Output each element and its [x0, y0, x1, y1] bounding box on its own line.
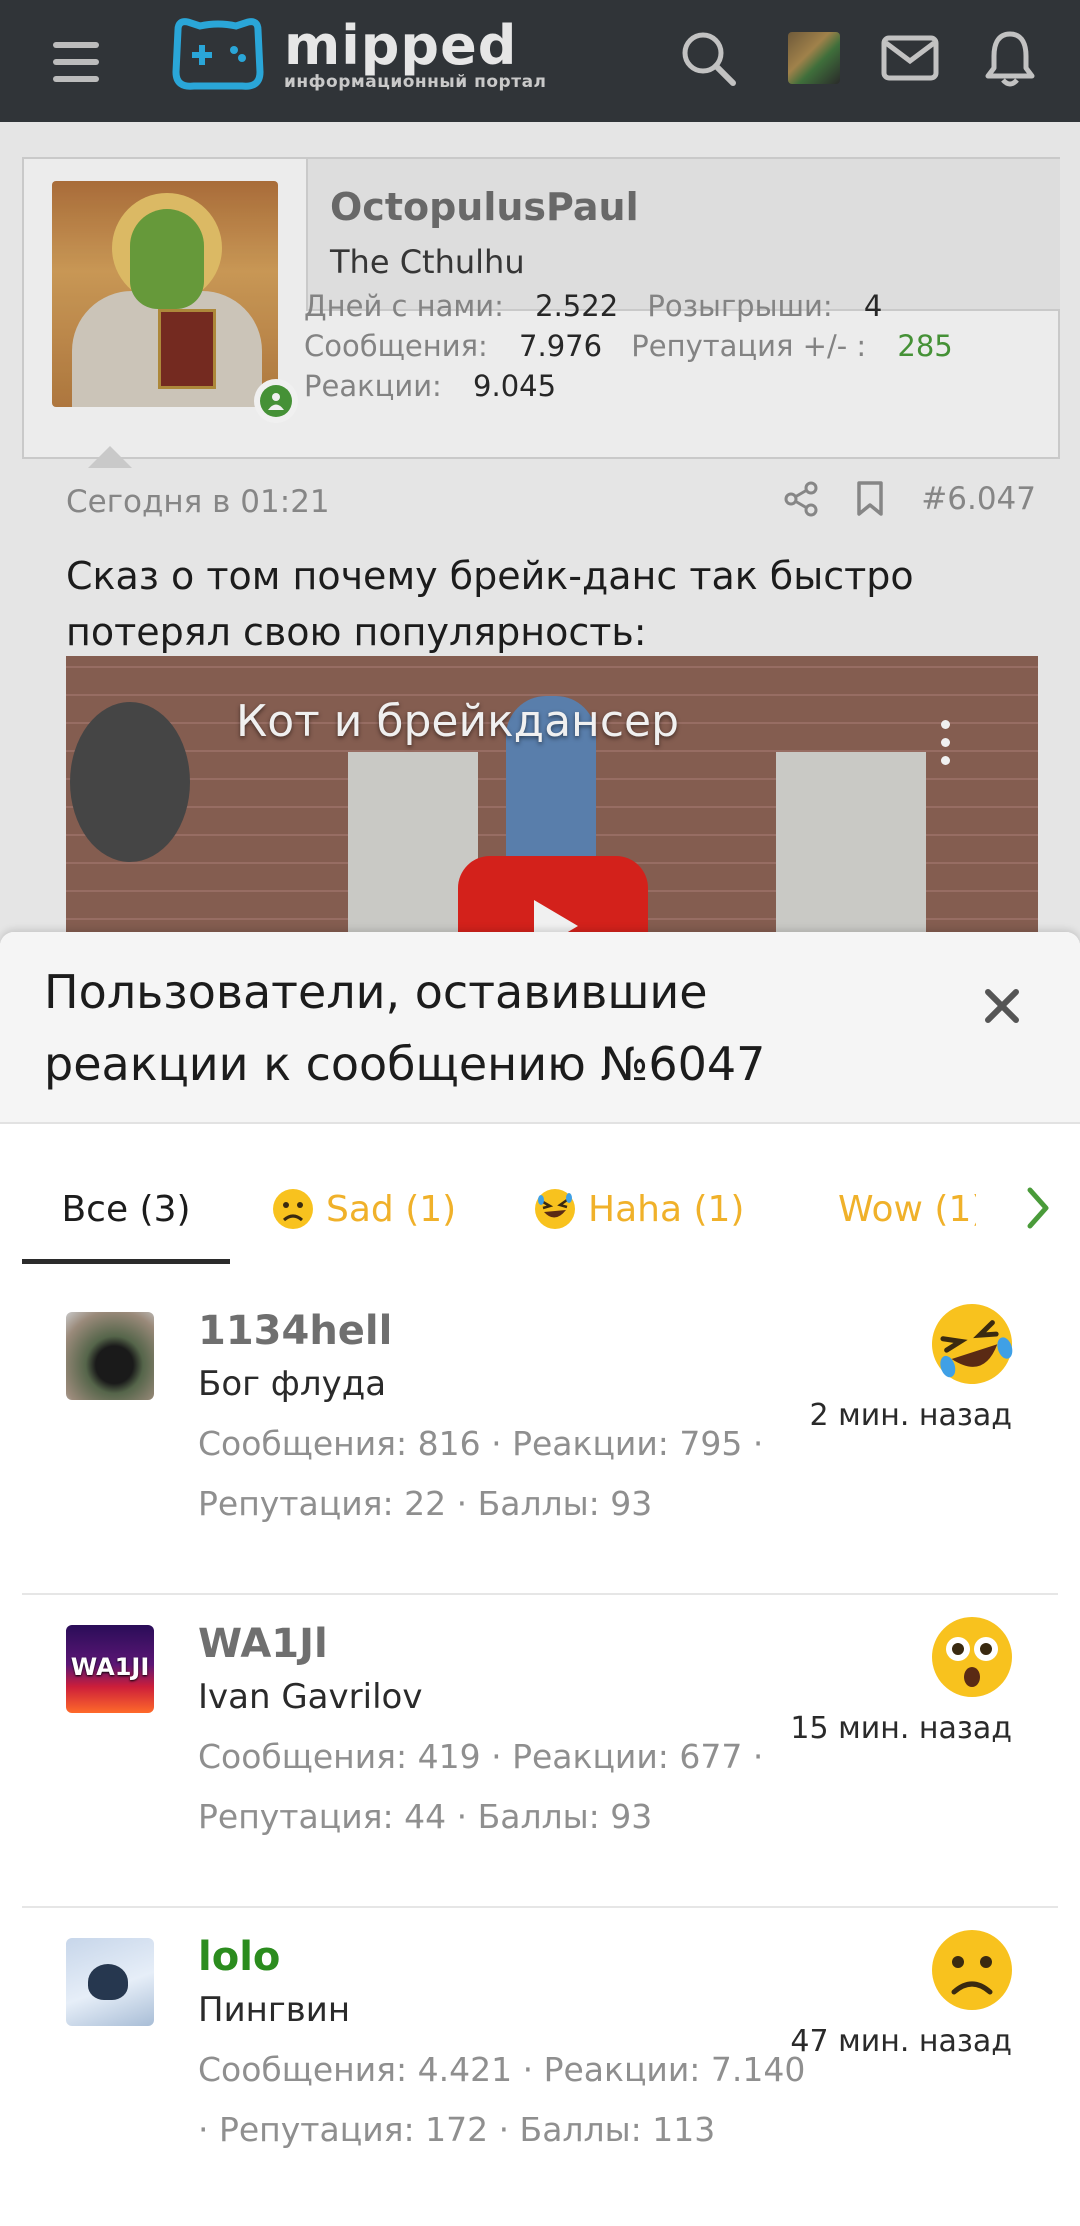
- wow-emoji-icon: [932, 1617, 1012, 1697]
- close-button[interactable]: [964, 968, 1040, 1044]
- tab-wow[interactable]: Wow (1): [826, 1154, 976, 1264]
- reaction-time: 47 мин. назад: [790, 2024, 1012, 2059]
- user-stats: Сообщения: 4.421 · Реакции: 7.140 · Репу…: [198, 2050, 806, 2149]
- logo-subtitle: информационный портал: [284, 72, 547, 92]
- user-name[interactable]: lolo: [198, 1934, 280, 1980]
- tab-all[interactable]: Все (3): [22, 1154, 230, 1264]
- site-logo[interactable]: mipped информационный портал: [170, 16, 547, 94]
- tab-all-label: Все (3): [61, 1188, 191, 1230]
- list-item: lolo Пингвин Сообщения: 4.421 · Реакции:…: [22, 1908, 1058, 2221]
- tab-wow-label: Wow (1): [838, 1188, 976, 1230]
- gamepad-logo-icon: [172, 18, 264, 90]
- menu-icon[interactable]: [20, 22, 132, 102]
- list-item: WA1JI WA1Jl Ivan Gavrilov Сообщения: 419…: [22, 1595, 1058, 1908]
- reactions-sheet: Пользователи, оставившие реакции к сообщ…: [0, 932, 1080, 2226]
- scrim: [0, 122, 1080, 1064]
- user-avatar[interactable]: WA1JI: [66, 1625, 154, 1713]
- reaction-time: 15 мин. назад: [790, 1711, 1012, 1746]
- user-name[interactable]: WA1Jl: [198, 1621, 328, 1667]
- mail-icon[interactable]: [874, 22, 946, 94]
- bell-icon[interactable]: [974, 22, 1046, 94]
- user-title: Ivan Gavrilov: [198, 1677, 423, 1717]
- user-title: Пингвин: [198, 1990, 351, 2030]
- tab-sad-label: Sad (1): [326, 1188, 457, 1230]
- user-name[interactable]: 1134hell: [198, 1308, 392, 1354]
- tab-haha[interactable]: Haha (1): [534, 1154, 744, 1264]
- tab-haha-label: Haha (1): [588, 1188, 745, 1230]
- reaction-user-list: 1134hell Бог флуда Сообщения: 816 · Реак…: [22, 1282, 1058, 2221]
- sheet-title: Пользователи, оставившие реакции к сообщ…: [44, 965, 766, 1091]
- haha-emoji-icon: [932, 1304, 1013, 1384]
- top-app-bar: mipped информационный портал: [0, 0, 1080, 122]
- close-icon: [985, 989, 1019, 1023]
- user-avatar-button[interactable]: [778, 22, 850, 94]
- tab-sad[interactable]: Sad (1): [272, 1154, 456, 1264]
- avatar-text: WA1JI: [70, 1653, 150, 1681]
- haha-emoji-icon: [535, 1189, 575, 1229]
- sad-emoji-icon: [932, 1930, 1012, 2010]
- reaction-tabs: Все (3) Sad (1) Haha (1) Wow (1): [22, 1154, 1058, 1264]
- list-item: 1134hell Бог флуда Сообщения: 816 · Реак…: [22, 1282, 1058, 1595]
- reaction-time: 2 мин. назад: [809, 1398, 1012, 1433]
- tabs-next-button[interactable]: [1008, 1178, 1068, 1238]
- user-stats: Сообщения: 816 · Реакции: 795 · Репутаци…: [198, 1424, 764, 1523]
- user-title: Бог флуда: [198, 1364, 387, 1404]
- search-icon[interactable]: [672, 22, 744, 94]
- user-avatar[interactable]: [66, 1938, 154, 2026]
- user-stats: Сообщения: 419 · Реакции: 677 · Репутаци…: [198, 1737, 764, 1836]
- user-avatar[interactable]: [66, 1312, 154, 1400]
- avatar: [788, 32, 840, 84]
- forum-post: OctopulusPaul The Cthulhu Дней с нами: 2…: [0, 122, 1080, 1064]
- sad-emoji-icon: [273, 1189, 313, 1229]
- logo-name: mipped: [284, 14, 518, 77]
- chevron-right-icon: [1027, 1187, 1049, 1229]
- sheet-header: Пользователи, оставившие реакции к сообщ…: [0, 932, 1080, 1124]
